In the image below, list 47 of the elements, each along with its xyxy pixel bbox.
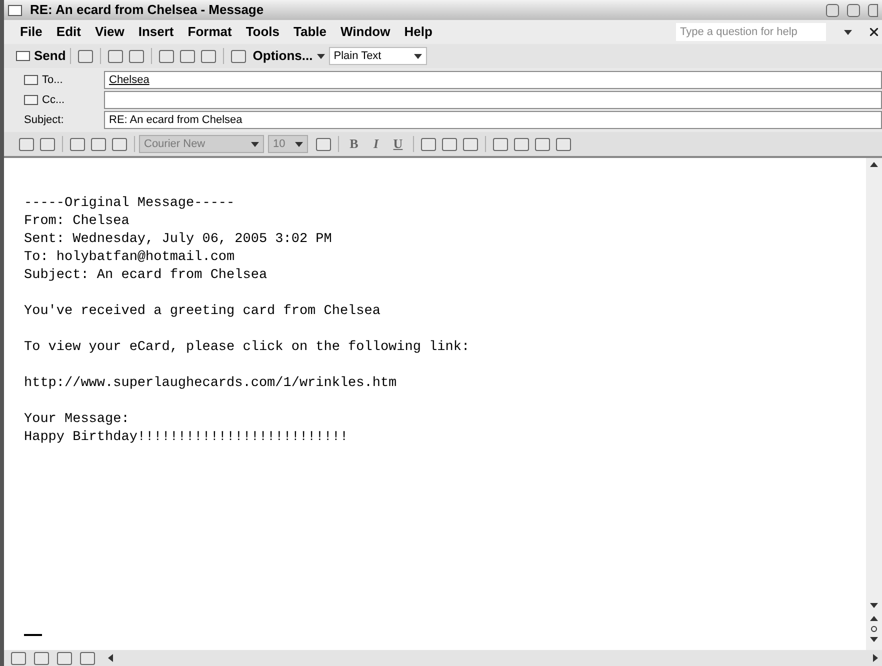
menu-item[interactable]: View [94, 22, 124, 42]
scroll-left-icon[interactable] [108, 654, 113, 662]
window-title: RE: An ecard from Chelsea - Message [30, 1, 265, 20]
menu-item[interactable]: Tools [246, 22, 280, 42]
caret-icon[interactable] [316, 54, 325, 58]
message-line: Your Message: [24, 411, 130, 429]
scroll-right-icon[interactable] [873, 654, 878, 662]
menu-item[interactable]: Insert [138, 22, 174, 42]
input-field[interactable]: RE: An ecard from Chelsea [104, 111, 882, 129]
menu-item[interactable]: Window [340, 22, 390, 42]
message-line: Sent: Wednesday, July 06, 2005 3:02 PM [24, 231, 333, 249]
text-cursor [24, 634, 42, 636]
menu-item[interactable]: Format [188, 22, 232, 42]
scroll-up-icon[interactable] [870, 162, 878, 167]
help-search-field[interactable]: Type a question for help [676, 23, 826, 41]
scroll-down-icon[interactable] [870, 603, 878, 608]
send-button[interactable]: Send [16, 46, 66, 66]
message-line: Happy Birthday!!!!!!!!!!!!!!!!!!!!!!!!!! [24, 429, 350, 447]
message-line: http://www.superlaughecards.com/1/wrinkles.htm [24, 375, 398, 393]
format-button[interactable]: B [343, 134, 365, 154]
address-button[interactable]: Cc... [42, 92, 65, 108]
menu-item[interactable]: File [20, 22, 42, 42]
format-button[interactable]: U [387, 134, 409, 154]
caret-icon[interactable] [844, 30, 852, 34]
input-field[interactable] [104, 91, 882, 109]
options-button[interactable]: Options... [252, 46, 313, 66]
browse-object-icon[interactable] [871, 626, 877, 632]
field-label: Subject: [24, 112, 64, 128]
message-line: -----Original Message----- [24, 195, 236, 213]
caret-icon[interactable] [414, 54, 422, 58]
menu-item[interactable]: Help [404, 22, 432, 42]
message-line: To view your eCard, please click on the following link: [24, 339, 471, 357]
vertical-scrollbar[interactable] [866, 158, 882, 650]
next-page-icon[interactable] [870, 637, 878, 642]
previous-page-icon[interactable] [870, 616, 878, 621]
caret-icon[interactable] [251, 142, 259, 146]
address-button[interactable]: To... [42, 72, 63, 88]
input-field[interactable]: Chelsea [104, 71, 882, 89]
message-line: Subject: An ecard from Chelsea [24, 267, 268, 285]
message-line: To: holybatfan@hotmail.com [24, 249, 236, 267]
caret-icon[interactable] [295, 142, 303, 146]
menu-item[interactable]: Table [294, 22, 327, 42]
menu-item[interactable]: Edit [56, 22, 81, 42]
format-dropdown[interactable]: Plain Text [328, 47, 427, 65]
format-button[interactable]: I [365, 134, 387, 154]
message-line: You've received a greeting card from Chelsea [24, 303, 382, 321]
message-line: From: Chelsea [24, 213, 130, 231]
